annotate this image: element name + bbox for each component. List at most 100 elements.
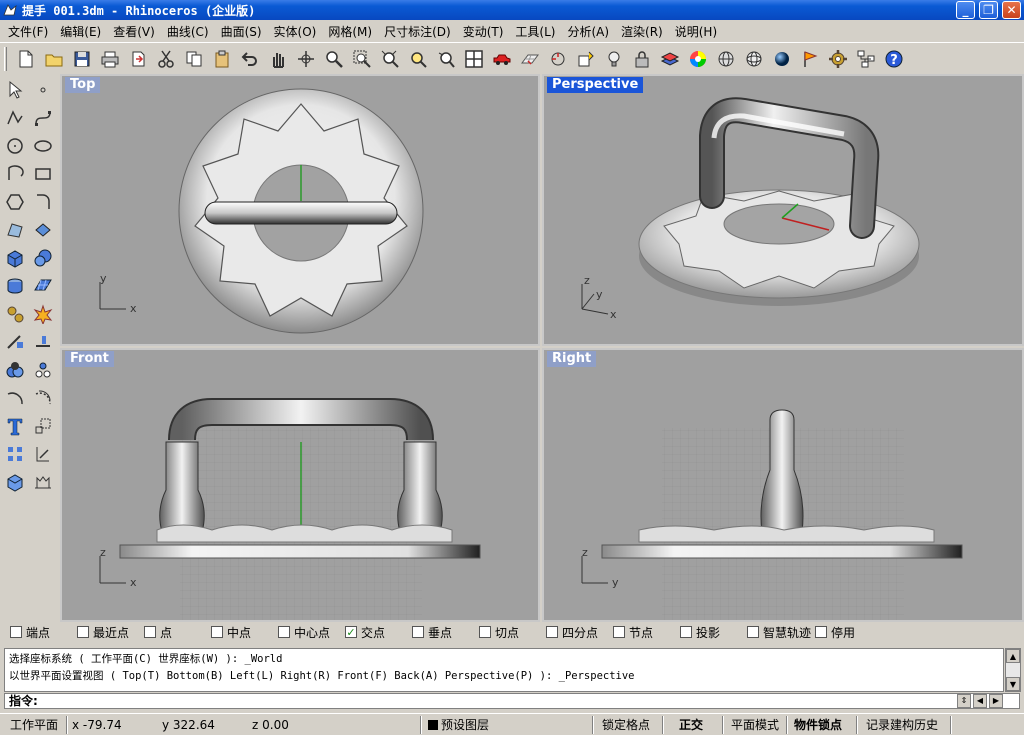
mesh-plane-button[interactable] [30, 273, 56, 299]
zoom-window-button[interactable] [349, 46, 375, 72]
osnap-tangent[interactable]: 切点 [479, 624, 519, 641]
viewport-right[interactable]: z y Right [542, 348, 1024, 622]
menu-render[interactable]: 渲染(R) [615, 23, 669, 40]
offset-button[interactable] [30, 385, 56, 411]
scale-button[interactable] [30, 413, 56, 439]
menu-solid[interactable]: 实体(O) [268, 23, 323, 40]
command-prev-icon[interactable]: ◀ [973, 694, 987, 708]
new-file-button[interactable] [13, 46, 39, 72]
point-button[interactable] [30, 77, 56, 103]
cut-button[interactable] [153, 46, 179, 72]
point-move-button[interactable] [573, 46, 599, 72]
menu-tools[interactable]: 工具(L) [509, 23, 561, 40]
ghosted-button[interactable] [741, 46, 767, 72]
flag-button[interactable] [797, 46, 823, 72]
polyline-button[interactable] [2, 105, 28, 131]
toolbar-grip[interactable] [4, 46, 7, 71]
help-button[interactable]: ? [881, 46, 907, 72]
command-next-icon[interactable]: ▶ [989, 694, 1003, 708]
menu-surface[interactable]: 曲面(S) [215, 23, 268, 40]
viewport-perspective-label[interactable]: Perspective [547, 77, 644, 93]
status-planar[interactable]: 平面模式 [731, 717, 779, 733]
align-button[interactable] [2, 441, 28, 467]
viewport-front-label[interactable]: Front [65, 351, 114, 367]
circle-button[interactable] [2, 133, 28, 159]
rebuild-curve-button[interactable] [2, 385, 28, 411]
viewport-top-label[interactable]: Top [65, 77, 101, 93]
osnap-near[interactable]: 最近点 [77, 624, 129, 641]
status-grid-snap[interactable]: 锁定格点 [602, 717, 650, 733]
viewport-top[interactable]: y x Top [60, 74, 540, 346]
lock-button[interactable] [629, 46, 655, 72]
four-viewports-button[interactable] [461, 46, 487, 72]
osnap-mid[interactable]: 中点 [211, 624, 251, 641]
open-file-button[interactable] [41, 46, 67, 72]
arc-button[interactable] [2, 161, 28, 187]
command-history[interactable]: 选择座标系统 ( 工作平面(C) 世界座标(W) ): _World 以世界平面… [4, 648, 1004, 692]
osnap-center-checkbox[interactable] [278, 626, 290, 638]
osnap-disable[interactable]: 停用 [815, 624, 855, 641]
osnap-intersection[interactable]: ✓ 交点 [345, 624, 385, 641]
copy-button[interactable] [181, 46, 207, 72]
status-cplane[interactable]: 工作平面 [10, 717, 58, 733]
curve-button[interactable] [30, 105, 56, 131]
osnap-center[interactable]: 中心点 [278, 624, 330, 641]
grid-plane-button[interactable] [517, 46, 543, 72]
viewport-front[interactable]: z x Front [60, 348, 540, 622]
polygon-button[interactable] [2, 189, 28, 215]
options-button[interactable] [825, 46, 851, 72]
boolean-button[interactable] [2, 357, 28, 383]
export-button[interactable] [125, 46, 151, 72]
undo-view-button[interactable] [433, 46, 459, 72]
viewport-right-label[interactable]: Right [547, 351, 597, 367]
history-button[interactable] [853, 46, 879, 72]
color-wheel-button[interactable] [685, 46, 711, 72]
menu-dimension[interactable]: 尺寸标注(D) [378, 23, 457, 40]
box-button[interactable] [2, 245, 28, 271]
status-osnap[interactable]: 物件锁点 [794, 717, 842, 733]
osnap-point[interactable]: 点 [144, 624, 172, 641]
scroll-up-icon[interactable]: ▲ [1006, 649, 1020, 663]
scroll-down-icon[interactable]: ▼ [1006, 677, 1020, 691]
rotate-view-button[interactable] [293, 46, 319, 72]
print-button[interactable] [97, 46, 123, 72]
rendered-button[interactable] [769, 46, 795, 72]
zoom-selected-button[interactable] [405, 46, 431, 72]
osnap-disable-checkbox[interactable] [815, 626, 827, 638]
osnap-smarttrack[interactable]: 智慧轨迹 [747, 624, 811, 641]
close-button[interactable]: ✕ [1002, 1, 1021, 19]
command-input[interactable]: 指令: ⇕ ◀ ▶ [4, 693, 1020, 709]
maximize-button[interactable]: ❐ [979, 1, 998, 19]
osnap-near-checkbox[interactable] [77, 626, 89, 638]
rectangle-button[interactable] [30, 161, 56, 187]
osnap-knot-checkbox[interactable] [613, 626, 625, 638]
car-render-button[interactable] [489, 46, 515, 72]
menu-transform[interactable]: 变动(T) [457, 23, 510, 40]
menu-mesh[interactable]: 网格(M) [322, 23, 378, 40]
zoom-button[interactable] [321, 46, 347, 72]
osnap-end[interactable]: 端点 [10, 624, 50, 641]
zoom-extents-button[interactable] [377, 46, 403, 72]
menu-curve[interactable]: 曲线(C) [161, 23, 215, 40]
undo-button[interactable] [237, 46, 263, 72]
osnap-quad[interactable]: 四分点 [546, 624, 598, 641]
osnap-end-checkbox[interactable] [10, 626, 22, 638]
osnap-perp-checkbox[interactable] [412, 626, 424, 638]
osnap-perp[interactable]: 垂点 [412, 624, 452, 641]
wireframe-button[interactable] [713, 46, 739, 72]
menu-analyze[interactable]: 分析(A) [561, 23, 615, 40]
osnap-tangent-checkbox[interactable] [479, 626, 491, 638]
ellipse-button[interactable] [30, 133, 56, 159]
status-layer[interactable]: 预设图层 [428, 717, 489, 733]
viewport-perspective[interactable]: z y x Perspective [542, 74, 1024, 346]
dimension-button[interactable] [30, 441, 56, 467]
save-button[interactable] [69, 46, 95, 72]
osnap-smarttrack-checkbox[interactable] [747, 626, 759, 638]
transform-button[interactable] [2, 301, 28, 327]
command-history-scrollbar[interactable]: ▲ ▼ [1005, 648, 1021, 692]
explode-button[interactable] [30, 301, 56, 327]
status-ortho[interactable]: 正交 [679, 717, 703, 733]
array-button[interactable] [30, 357, 56, 383]
menu-view[interactable]: 查看(V) [107, 23, 161, 40]
snap-button[interactable] [545, 46, 571, 72]
